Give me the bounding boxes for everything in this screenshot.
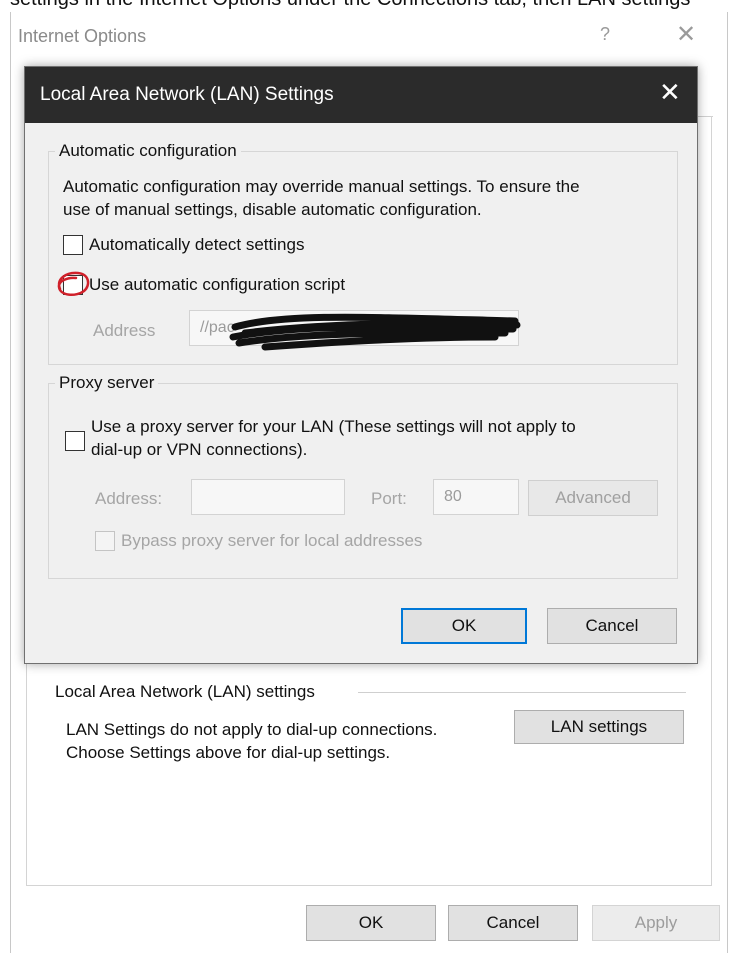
lan-settings-group-label: Local Area Network (LAN) settings [55,682,323,702]
lan-group-divider [358,692,686,693]
proxy-server-legend: Proxy server [59,373,155,392]
proxy-port-field: 80 [433,479,519,515]
use-proxy-checkbox[interactable] [65,431,85,451]
help-icon[interactable]: ? [600,24,610,45]
proxy-port-label: Port: [371,489,407,508]
internet-options-close-icon[interactable]: ✕ [676,20,696,49]
script-address-label: Address [93,321,156,340]
cropped-caption: settings in the Internet Options under t… [0,0,730,10]
bypass-local-label: Bypass proxy server for local addresses [121,531,423,550]
dialog-title: Local Area Network (LAN) Settings [40,84,334,105]
cropped-caption-text: settings in the Internet Options under t… [10,0,690,10]
lan-settings-description: LAN Settings do not apply to dial-up con… [66,718,506,764]
annotation-circle [57,271,90,296]
dialog-title-bar: Local Area Network (LAN) Settings ✕ [25,67,697,123]
use-proxy-label-line-1[interactable]: Use a proxy server for your LAN (These s… [91,417,576,437]
lan-settings-dialog: Local Area Network (LAN) Settings ✕ Auto… [24,66,698,664]
proxy-port-value: 80 [444,488,462,505]
auto-config-description-line-1: Automatic configuration may override man… [63,177,580,196]
proxy-address-label: Address: [95,489,163,508]
internet-options-ok-button[interactable]: OK [306,905,436,941]
automatic-configuration-legend: Automatic configuration [59,141,237,160]
dialog-ok-button[interactable]: OK [401,608,527,644]
dialog-cancel-button[interactable]: Cancel [547,608,677,644]
use-proxy-label-line-2[interactable]: dial-up or VPN connections). [91,440,307,460]
proxy-address-field [191,479,345,515]
bypass-local-checkbox [95,531,115,551]
lan-settings-button[interactable]: LAN settings [514,710,684,744]
dialog-close-icon[interactable]: ✕ [659,77,681,108]
internet-options-apply-button: Apply [592,905,720,941]
lan-desc-line-2: Choose Settings above for dial-up settin… [66,743,391,762]
use-config-script-label[interactable]: Use automatic configuration script [89,275,345,295]
lan-desc-line-1: LAN Settings do not apply to dial-up con… [66,720,438,739]
auto-detect-label[interactable]: Automatically detect settings [89,235,304,255]
internet-options-cancel-button[interactable]: Cancel [448,905,578,941]
redaction-scribble [229,313,521,351]
proxy-advanced-button: Advanced [528,480,658,516]
auto-config-description-line-2: use of manual settings, disable automati… [63,200,482,219]
auto-detect-checkbox[interactable] [63,235,83,255]
internet-options-title: Internet Options [18,26,147,46]
